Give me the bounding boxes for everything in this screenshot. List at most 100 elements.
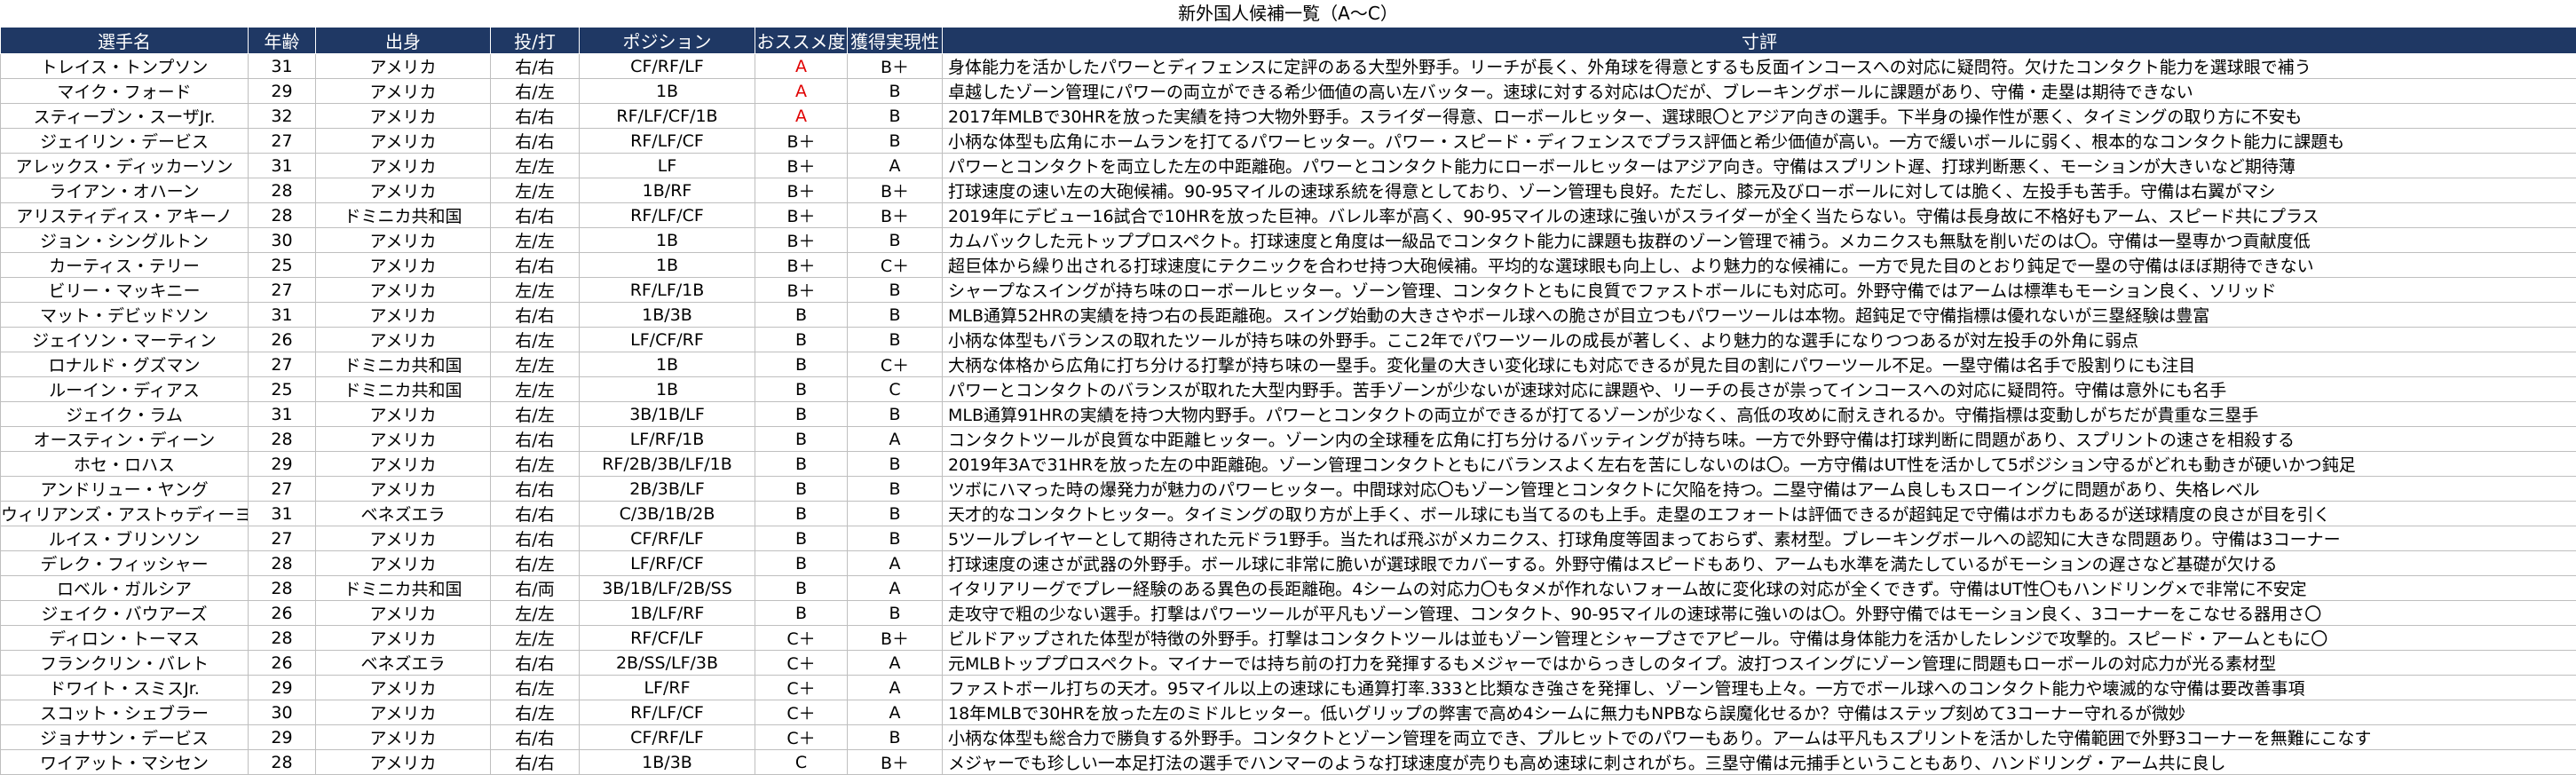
cell-comment[interactable]: カムバックした元トッププロスペクト。打球速度と角度は一級品でコンタクト能力に課題… (943, 228, 2576, 253)
cell-age[interactable]: 30 (249, 228, 316, 253)
cell-origin[interactable]: アメリカ (316, 427, 491, 452)
cell-feasibility[interactable]: B＋ (848, 54, 943, 79)
cell-feasibility[interactable]: A (848, 651, 943, 676)
cell-comment[interactable]: 小柄な体型もバランスの取れたツールが持ち味の外野手。ここ2年でパワーツールの成長… (943, 328, 2576, 352)
header-recommend[interactable]: おススメ度 (755, 28, 848, 54)
cell-comment[interactable]: 5ツールプレイヤーとして期待された元ドラ1野手。当たれば飛ぶがメカニクス、打球角… (943, 526, 2576, 551)
cell-age[interactable]: 31 (249, 303, 316, 328)
cell-position[interactable]: 1B/3B (580, 750, 755, 775)
cell-recommend[interactable]: A (755, 104, 848, 129)
cell-origin[interactable]: アメリカ (316, 129, 491, 154)
cell-comment[interactable]: 元MLBトッププロスペクト。マイナーでは持ち前の打力を発揮するもメジャーではから… (943, 651, 2576, 676)
cell-name[interactable]: カーティス・テリー (1, 253, 249, 278)
table-row[interactable]: カーティス・テリー25アメリカ右/右1BB＋C＋超巨体から繰り出される打球速度に… (1, 253, 2576, 278)
cell-feasibility[interactable]: B (848, 452, 943, 477)
cell-age[interactable]: 29 (249, 79, 316, 104)
table-row[interactable]: ルーイン・ディアス25ドミニカ共和国左/左1BBCパワーとコンタクトのバランスが… (1, 377, 2576, 402)
table-row[interactable]: オースティン・ディーン28アメリカ右/右LF/RF/1BBAコンタクトツールが良… (1, 427, 2576, 452)
cell-throw-bat[interactable]: 右/右 (491, 203, 580, 228)
cell-recommend[interactable]: B＋ (755, 178, 848, 203)
table-row[interactable]: スコット・シェブラー30アメリカ右/左RF/LF/CFC＋A18年MLBで30H… (1, 700, 2576, 725)
cell-comment[interactable]: ファストボール打ちの天才。95マイル以上の速球にも通算打率.333と比類なき強さ… (943, 676, 2576, 700)
cell-origin[interactable]: アメリカ (316, 725, 491, 750)
header-position[interactable]: ポジション (580, 28, 755, 54)
cell-comment[interactable]: 2019年3Aで31HRを放った左の中距離砲。ゾーン管理コンタクトともにバランス… (943, 452, 2576, 477)
cell-comment[interactable]: コンタクトツールが良質な中距離ヒッター。ゾーン内の全球種を広角に打ち分けるバッテ… (943, 427, 2576, 452)
cell-feasibility[interactable]: B (848, 129, 943, 154)
cell-position[interactable]: RF/2B/3B/LF/1B (580, 452, 755, 477)
cell-throw-bat[interactable]: 左/左 (491, 377, 580, 402)
cell-throw-bat[interactable]: 右/左 (491, 328, 580, 352)
cell-throw-bat[interactable]: 右/左 (491, 79, 580, 104)
cell-age[interactable]: 31 (249, 154, 316, 178)
cell-throw-bat[interactable]: 右/右 (491, 651, 580, 676)
cell-position[interactable]: 3B/1B/LF (580, 402, 755, 427)
cell-feasibility[interactable]: A (848, 154, 943, 178)
cell-origin[interactable]: アメリカ (316, 104, 491, 129)
cell-origin[interactable]: アメリカ (316, 54, 491, 79)
table-row[interactable]: アリスティディス・アキーノ28ドミニカ共和国右/右RF/LF/CFB＋B＋201… (1, 203, 2576, 228)
cell-comment[interactable]: 小柄な体型も総合力で勝負する外野手。コンタクトとゾーン管理を両立でき、プルヒット… (943, 725, 2576, 750)
header-age[interactable]: 年齢 (249, 28, 316, 54)
cell-feasibility[interactable]: A (848, 576, 943, 601)
cell-throw-bat[interactable]: 右/右 (491, 253, 580, 278)
cell-throw-bat[interactable]: 右/左 (491, 676, 580, 700)
cell-feasibility[interactable]: B (848, 601, 943, 626)
cell-feasibility[interactable]: B (848, 402, 943, 427)
cell-name[interactable]: ジェイク・バウアーズ (1, 601, 249, 626)
table-row[interactable]: ジェイリン・デービス27アメリカ右/右RF/LF/CFB＋B小柄な体型も広角にホ… (1, 129, 2576, 154)
table-row[interactable]: ルイス・ブリンソン27アメリカ右/右CF/RF/LFBB5ツールプレイヤーとして… (1, 526, 2576, 551)
table-row[interactable]: ジェイク・バウアーズ26アメリカ左/左1B/LF/RFBB走攻守で粗の少ない選手… (1, 601, 2576, 626)
cell-throw-bat[interactable]: 右/左 (491, 452, 580, 477)
cell-name[interactable]: アリスティディス・アキーノ (1, 203, 249, 228)
cell-comment[interactable]: メジャーでも珍しい一本足打法の選手でハンマーのような打球速度が売りも高め速球に刺… (943, 750, 2576, 775)
cell-origin[interactable]: ドミニカ共和国 (316, 352, 491, 377)
cell-origin[interactable]: アメリカ (316, 750, 491, 775)
cell-age[interactable]: 28 (249, 178, 316, 203)
header-throw-bat[interactable]: 投/打 (491, 28, 580, 54)
cell-origin[interactable]: アメリカ (316, 328, 491, 352)
cell-origin[interactable]: アメリカ (316, 626, 491, 651)
cell-name[interactable]: ジョナサン・デービス (1, 725, 249, 750)
cell-feasibility[interactable]: B (848, 104, 943, 129)
cell-name[interactable]: フランクリン・バレト (1, 651, 249, 676)
cell-age[interactable]: 25 (249, 377, 316, 402)
cell-feasibility[interactable]: A (848, 676, 943, 700)
cell-position[interactable]: CF/RF/LF (580, 725, 755, 750)
cell-throw-bat[interactable]: 右/左 (491, 402, 580, 427)
cell-feasibility[interactable]: A (848, 427, 943, 452)
cell-age[interactable]: 26 (249, 328, 316, 352)
table-row[interactable]: デレク・フィッシャー28アメリカ右/左LF/RF/CFBA打球速度の速さが武器の… (1, 551, 2576, 576)
cell-position[interactable]: 1B (580, 79, 755, 104)
table-row[interactable]: ジョン・シングルトン30アメリカ左/左1BB＋Bカムバックした元トッププロスペク… (1, 228, 2576, 253)
cell-name[interactable]: ドワイト・スミスJr. (1, 676, 249, 700)
cell-position[interactable]: CF/RF/LF (580, 54, 755, 79)
cell-recommend[interactable]: B＋ (755, 278, 848, 303)
cell-name[interactable]: ライアン・オハーン (1, 178, 249, 203)
cell-name[interactable]: オースティン・ディーン (1, 427, 249, 452)
cell-throw-bat[interactable]: 左/左 (491, 352, 580, 377)
cell-position[interactable]: RF/LF/CF/1B (580, 104, 755, 129)
table-row[interactable]: ロベル・ガルシア28ドミニカ共和国右/両3B/1B/LF/2B/SSBAイタリア… (1, 576, 2576, 601)
cell-position[interactable]: 1B (580, 352, 755, 377)
cell-name[interactable]: スティーブン・スーザJr. (1, 104, 249, 129)
cell-position[interactable]: LF/RF (580, 676, 755, 700)
cell-age[interactable]: 29 (249, 725, 316, 750)
cell-recommend[interactable]: B (755, 601, 848, 626)
cell-comment[interactable]: 身体能力を活かしたパワーとディフェンスに定評のある大型外野手。リーチが長く、外角… (943, 54, 2576, 79)
cell-age[interactable]: 30 (249, 700, 316, 725)
cell-age[interactable]: 25 (249, 253, 316, 278)
cell-age[interactable]: 29 (249, 452, 316, 477)
cell-origin[interactable]: アメリカ (316, 303, 491, 328)
cell-recommend[interactable]: B (755, 303, 848, 328)
cell-name[interactable]: ホセ・ロハス (1, 452, 249, 477)
cell-name[interactable]: ディロン・トーマス (1, 626, 249, 651)
cell-throw-bat[interactable]: 左/左 (491, 228, 580, 253)
cell-position[interactable]: RF/LF/1B (580, 278, 755, 303)
cell-comment[interactable]: パワーとコンタクトを両立した左の中距離砲。パワーとコンタクト能力にローボールヒッ… (943, 154, 2576, 178)
table-row[interactable]: ジェイク・ラム31アメリカ右/左3B/1B/LFBBMLB通算91HRの実績を持… (1, 402, 2576, 427)
cell-origin[interactable]: アメリカ (316, 452, 491, 477)
cell-feasibility[interactable]: C＋ (848, 352, 943, 377)
cell-throw-bat[interactable]: 右/右 (491, 54, 580, 79)
cell-origin[interactable]: ドミニカ共和国 (316, 203, 491, 228)
